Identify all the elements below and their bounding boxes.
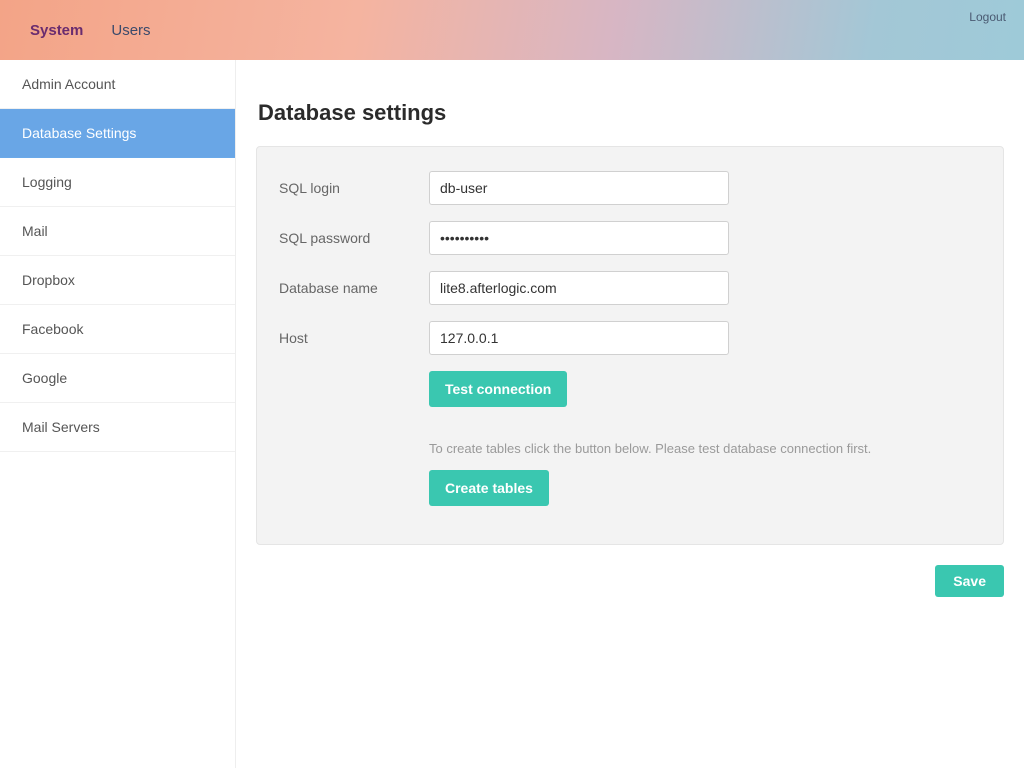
logout-link[interactable]: Logout — [969, 10, 1006, 24]
label-sql-login: SQL login — [279, 180, 429, 196]
sidebar-item-mail-servers[interactable]: Mail Servers — [0, 403, 235, 452]
nav-system[interactable]: System — [16, 14, 97, 47]
input-sql-password[interactable] — [429, 221, 729, 255]
sidebar-item-admin-account[interactable]: Admin Account — [0, 60, 235, 109]
row-host: Host — [279, 321, 981, 355]
input-sql-login[interactable] — [429, 171, 729, 205]
sidebar-item-facebook[interactable]: Facebook — [0, 305, 235, 354]
topbar: System Users Logout — [0, 0, 1024, 60]
input-database-name[interactable] — [429, 271, 729, 305]
sidebar-item-mail[interactable]: Mail — [0, 207, 235, 256]
label-host: Host — [279, 330, 429, 346]
sidebar-item-logging[interactable]: Logging — [0, 158, 235, 207]
label-sql-password: SQL password — [279, 230, 429, 246]
sidebar: Admin Account Database Settings Logging … — [0, 60, 236, 768]
sidebar-item-google[interactable]: Google — [0, 354, 235, 403]
save-button[interactable]: Save — [935, 565, 1004, 597]
page-title: Database settings — [258, 100, 1004, 126]
create-tables-button[interactable]: Create tables — [429, 470, 549, 506]
top-nav: System Users — [16, 14, 165, 47]
nav-users[interactable]: Users — [97, 14, 164, 47]
test-connection-button[interactable]: Test connection — [429, 371, 567, 407]
row-database-name: Database name — [279, 271, 981, 305]
create-tables-helper: To create tables click the button below.… — [429, 441, 981, 456]
main-content: Database settings SQL login SQL password… — [236, 60, 1024, 768]
sidebar-item-database-settings[interactable]: Database Settings — [0, 109, 235, 158]
input-host[interactable] — [429, 321, 729, 355]
row-sql-password: SQL password — [279, 221, 981, 255]
label-database-name: Database name — [279, 280, 429, 296]
sidebar-item-dropbox[interactable]: Dropbox — [0, 256, 235, 305]
row-sql-login: SQL login — [279, 171, 981, 205]
settings-panel: SQL login SQL password Database name Hos… — [256, 146, 1004, 545]
